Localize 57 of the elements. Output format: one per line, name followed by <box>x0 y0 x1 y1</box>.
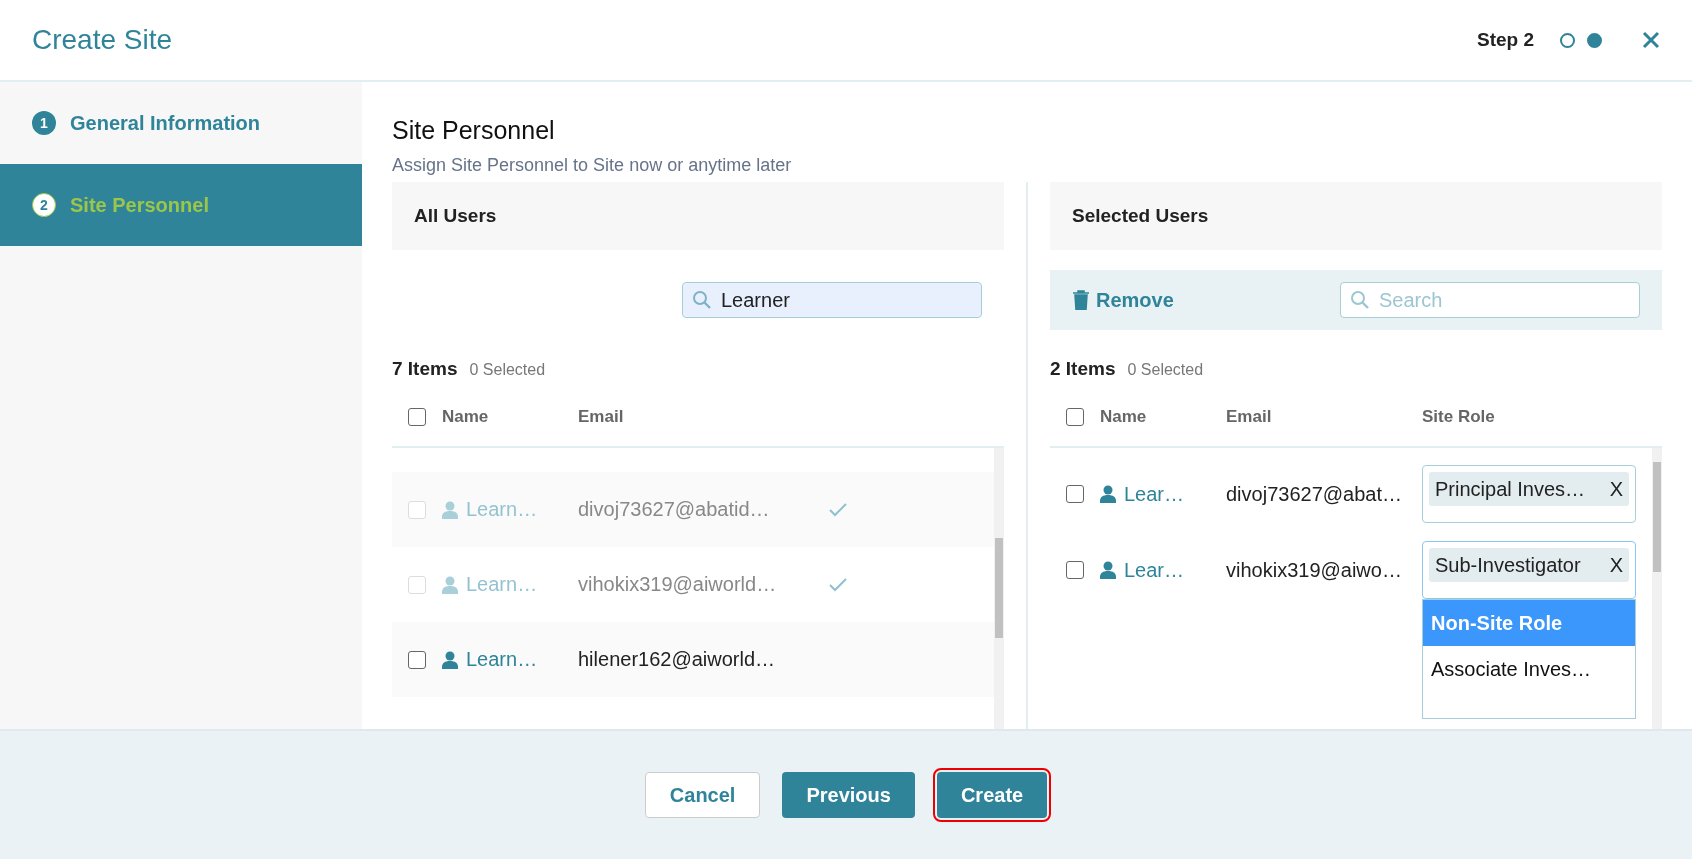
column-header: Email <box>578 407 625 427</box>
step-label: General Information <box>70 111 261 135</box>
section-subtitle: Assign Site Personnel to Site now or anytime later <box>392 155 793 176</box>
column-header: Name <box>1100 407 1148 427</box>
user-name[interactable]: Learn… <box>442 648 578 671</box>
search-icon <box>1350 290 1370 310</box>
sidebar-step[interactable]: 2 Site Personnel <box>0 164 362 246</box>
row-checkbox[interactable] <box>1066 561 1084 579</box>
user-email: hilener162@aiworld… <box>578 648 777 671</box>
selected-count: 0 Selected <box>469 361 546 379</box>
panel-header: All Users <box>392 182 1004 250</box>
row-checkbox[interactable] <box>1066 485 1084 503</box>
person-icon <box>442 500 458 519</box>
person-icon <box>1100 485 1116 503</box>
footer-button[interactable]: Previous <box>782 772 915 818</box>
footer-button[interactable]: Cancel <box>644 772 761 818</box>
role-value: Principal Inves… <box>1435 477 1586 501</box>
search-field[interactable]: Learner <box>682 282 982 318</box>
selected-count: 0 Selected <box>1127 361 1204 379</box>
scrollbar[interactable] <box>994 448 1004 729</box>
panel-header: Selected Users <box>1050 182 1662 250</box>
clear-role[interactable]: X <box>1609 477 1623 501</box>
column-header: Email <box>1226 407 1273 427</box>
search-field[interactable]: Search <box>1340 282 1640 318</box>
user-email: vihokix319@aiworld… <box>578 573 778 596</box>
column-header: Name <box>442 407 490 427</box>
dialog-title: Create Site <box>32 24 174 56</box>
role-option[interactable]: Non-Site Role <box>1423 600 1635 646</box>
role-option[interactable]: Associate Inves… <box>1423 646 1635 692</box>
user-email: divoj73627@abatid… <box>578 498 771 521</box>
close-button[interactable] <box>1642 31 1660 49</box>
clear-role[interactable]: X <box>1609 553 1623 577</box>
role-value: Sub-Investigator <box>1435 553 1581 577</box>
person-icon <box>442 575 458 594</box>
item-count: 7 Items <box>392 358 458 380</box>
step-label: Site Personnel <box>70 193 209 217</box>
item-count: 2 Items <box>1050 358 1116 380</box>
user-email: vihokix319@aiwo… <box>1226 558 1403 582</box>
user-name[interactable]: Lear… <box>1100 558 1226 582</box>
step-number: 2 <box>32 193 56 217</box>
role-select[interactable]: Principal Inves… X <box>1422 465 1636 523</box>
person-icon <box>442 650 458 669</box>
person-icon <box>1100 561 1116 579</box>
column-header: Site Role <box>1422 407 1496 427</box>
step-number: 1 <box>32 111 56 135</box>
step-indicator: Step 2 <box>1476 29 1534 51</box>
user-email: divoj73627@abat… <box>1226 482 1403 506</box>
remove-button[interactable]: Remove <box>1072 288 1174 312</box>
scrollbar[interactable] <box>1652 448 1662 729</box>
search-icon <box>692 290 712 310</box>
trash-icon <box>1072 290 1090 310</box>
user-name[interactable]: Lear… <box>1100 482 1226 506</box>
select-all-checkbox[interactable] <box>408 408 426 426</box>
sidebar-step[interactable]: 1 General Information <box>0 82 362 164</box>
select-all-checkbox[interactable] <box>1066 408 1084 426</box>
row-checkbox[interactable] <box>408 650 426 669</box>
section-title: Site Personnel <box>392 116 556 145</box>
